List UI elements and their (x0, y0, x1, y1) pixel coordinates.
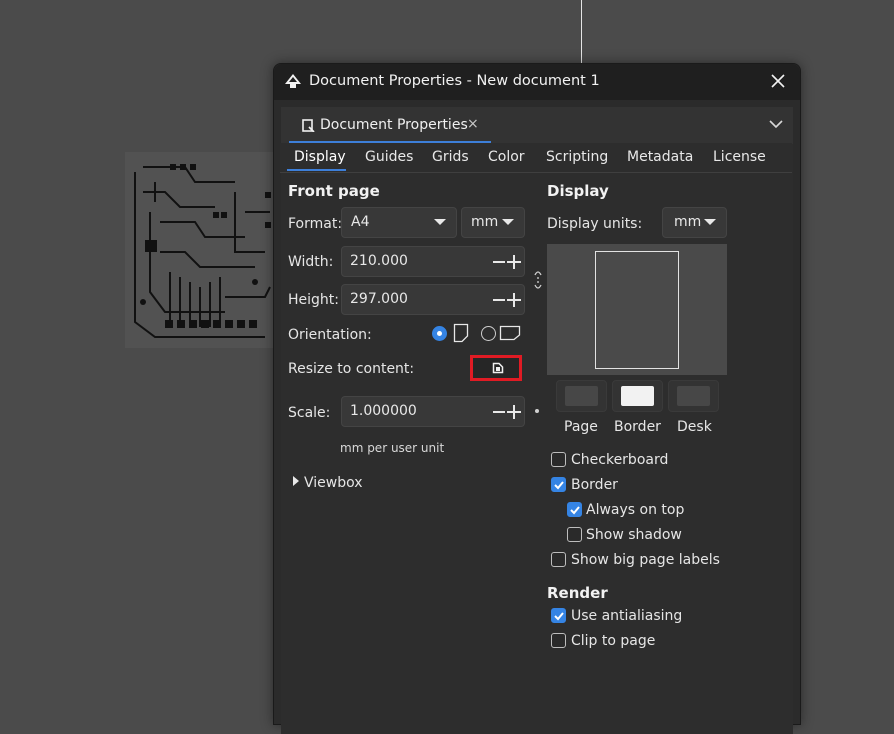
display-units-value: mm (674, 214, 702, 230)
page-color-label: Page (564, 419, 598, 435)
display-units-label: Display units: (547, 216, 643, 232)
portrait-page-icon (453, 323, 469, 343)
landscape-page-icon (499, 325, 521, 341)
format-value: A4 (351, 214, 370, 230)
desk-color-swatch (677, 386, 710, 406)
height-spinbutton[interactable]: 297.000 (341, 284, 525, 315)
checkerboard-label[interactable]: Checkerboard (571, 452, 668, 468)
format-unit-value: mm (471, 214, 499, 230)
width-value: 210.000 (350, 253, 408, 269)
tab-label: Document Properties (320, 117, 468, 133)
title-bar[interactable]: Document Properties - New document 1 (274, 64, 800, 100)
use-antialiasing-label[interactable]: Use antialiasing (571, 608, 682, 624)
format-unit-dropdown[interactable]: mm (461, 207, 525, 238)
window-title: Document Properties - New document 1 (309, 73, 600, 89)
close-icon[interactable] (768, 71, 788, 91)
scale-indicator-dot (535, 409, 539, 413)
chevron-down-icon (434, 219, 446, 225)
format-label: Format: (288, 216, 343, 232)
page-color-swatch (565, 386, 598, 406)
checkmark-icon (554, 481, 564, 490)
desk-color-label: Desk (677, 419, 712, 435)
preview-page-outline (595, 251, 679, 369)
chevron-down-icon (704, 219, 716, 225)
height-value: 297.000 (350, 291, 408, 307)
render-section-title: Render (547, 584, 608, 602)
tab-document-properties[interactable]: Document Properties × (289, 107, 491, 144)
checkmark-icon (554, 612, 564, 621)
resize-to-content-label: Resize to content: (288, 361, 415, 377)
tab-scripting[interactable]: Scripting (546, 149, 608, 165)
resize-to-content-button[interactable] (470, 355, 522, 381)
width-decrement-button[interactable] (493, 261, 505, 263)
clip-to-page-label[interactable]: Clip to page (571, 633, 655, 649)
show-big-page-labels-label[interactable]: Show big page labels (571, 552, 720, 568)
tab-grids[interactable]: Grids (432, 149, 469, 165)
expander-arrow-icon[interactable] (293, 476, 299, 486)
use-antialiasing-checkbox[interactable] (551, 608, 566, 623)
scale-value: 1.000000 (350, 403, 417, 419)
checkmark-icon (570, 506, 580, 515)
width-increment-button[interactable] (507, 255, 521, 269)
scale-unit-note: mm per user unit (340, 441, 445, 455)
tab-guides[interactable]: Guides (365, 149, 413, 165)
always-on-top-label[interactable]: Always on top (586, 502, 684, 518)
border-color-label: Border (614, 419, 661, 435)
scale-increment-button[interactable] (507, 405, 521, 419)
tab-display[interactable]: Display (294, 149, 346, 165)
display-units-dropdown[interactable]: mm (662, 207, 727, 238)
border-checkbox[interactable] (551, 477, 566, 492)
desk-color-button[interactable] (668, 380, 719, 412)
tab-license[interactable]: License (713, 149, 766, 165)
document-properties-icon (302, 119, 315, 132)
page-preview (547, 244, 727, 375)
canvas-guide-line (581, 0, 582, 64)
height-label: Height: (288, 292, 339, 308)
border-color-button[interactable] (612, 380, 663, 412)
resize-page-icon (492, 362, 504, 374)
pcb-drawing (125, 152, 275, 348)
height-increment-button[interactable] (507, 293, 521, 307)
display-section-title: Display (547, 182, 609, 200)
orientation-label: Orientation: (288, 327, 372, 343)
subtab-active-indicator (287, 169, 346, 171)
tab-color[interactable]: Color (488, 149, 525, 165)
width-spinbutton[interactable]: 210.000 (341, 246, 525, 277)
chevron-down-icon (502, 219, 514, 225)
clip-to-page-checkbox[interactable] (551, 633, 566, 648)
notebook-tab-bar: Document Properties × (281, 107, 793, 144)
scale-decrement-button[interactable] (493, 411, 505, 413)
show-shadow-checkbox[interactable] (567, 527, 582, 542)
inkscape-logo-icon (285, 74, 301, 88)
viewbox-expander-label[interactable]: Viewbox (304, 475, 363, 491)
height-decrement-button[interactable] (493, 299, 505, 301)
tab-metadata[interactable]: Metadata (627, 149, 693, 165)
checkerboard-checkbox[interactable] (551, 452, 566, 467)
scale-spinbutton[interactable]: 1.000000 (341, 396, 525, 427)
show-big-page-labels-checkbox[interactable] (551, 552, 566, 567)
border-label[interactable]: Border (571, 477, 618, 493)
format-dropdown[interactable]: A4 (341, 207, 457, 238)
chevron-down-icon[interactable] (769, 119, 783, 129)
always-on-top-checkbox[interactable] (567, 502, 582, 517)
scale-label: Scale: (288, 405, 331, 421)
width-label: Width: (288, 254, 334, 270)
tab-close-icon[interactable]: × (467, 116, 479, 132)
link-dimensions-icon[interactable] (532, 266, 544, 294)
show-shadow-label[interactable]: Show shadow (586, 527, 682, 543)
orientation-landscape-radio[interactable] (481, 326, 496, 341)
front-page-title: Front page (288, 182, 380, 200)
subtab-bar: Display Guides Grids Color Scripting Met… (280, 143, 792, 173)
page-color-button[interactable] (556, 380, 607, 412)
border-color-swatch (621, 386, 654, 406)
orientation-portrait-radio[interactable] (432, 326, 447, 341)
